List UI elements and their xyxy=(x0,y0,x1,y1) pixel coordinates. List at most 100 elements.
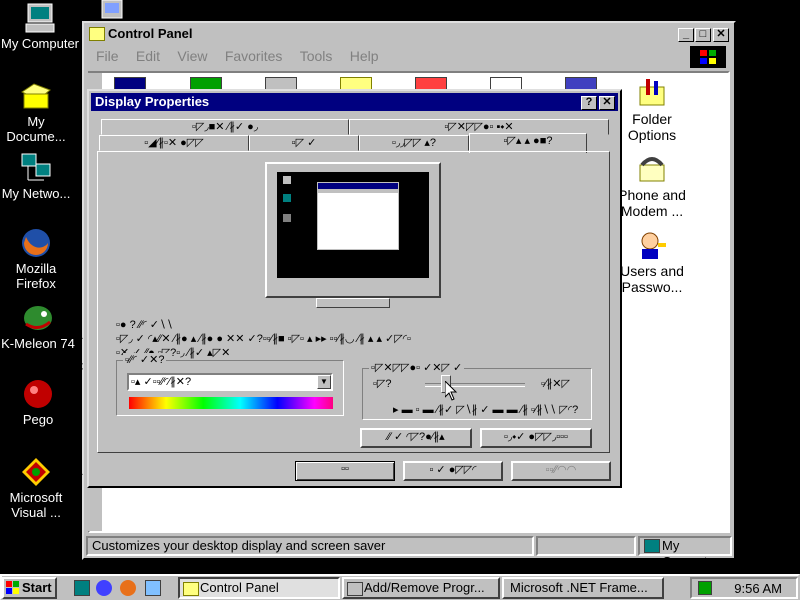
desktop-icon-pego[interactable]: Pego xyxy=(0,378,78,427)
status-text: Customizes your desktop display and scre… xyxy=(92,538,386,553)
taskbar-button-label: Microsoft .NET Frame... xyxy=(510,580,648,595)
monitor-preview xyxy=(265,162,441,298)
display-properties-title: Display Properties xyxy=(95,94,210,109)
chevron-down-icon[interactable]: ▼ xyxy=(317,375,331,389)
control-panel-title-icon xyxy=(89,27,105,41)
desktop-icon-label: My Computer xyxy=(0,36,80,51)
color-palette-group: ▫∕∕◜ ✓✕? ▫▴ ✓▫▫∕∕◜∕∦✕? ▼ xyxy=(116,353,344,416)
quicklaunch-desktop-icon[interactable] xyxy=(74,580,90,596)
screen-area-more: ▫∕∦✕◸ xyxy=(541,378,570,390)
desktop-icon-label: K-Meleon 74 xyxy=(1,336,75,351)
menu-favorites[interactable]: Favorites xyxy=(225,48,283,64)
desktop-icon-my-documents[interactable]: My Docume... xyxy=(0,80,76,144)
status-zone: My Computer xyxy=(662,538,720,569)
taskbar-button-label: Add/Remove Progr... xyxy=(364,580,485,595)
preview-window xyxy=(317,182,399,250)
visual-studio-icon xyxy=(20,456,52,488)
desc-line-2: ▫◸◞ ✓ ◜▴∕∕✕ ∕∦● ▴ ∕∦● ● ✕✕ ✓?▫▫∕∦■ ▫◸▫ ▴… xyxy=(116,333,411,345)
apply-button[interactable]: ▫▫∕∕◠◠ xyxy=(511,461,611,481)
screen-area-less: ▫◸? xyxy=(373,378,392,390)
tab-row2-4-active[interactable]: ▫◸▴ ▴ ●■? xyxy=(469,133,587,153)
side-letter-a2: A xyxy=(74,463,83,478)
advanced-button[interactable]: ▫◞⬩✓ ●◸◸◞▫▫▫ xyxy=(480,428,592,448)
windows-logo-icon xyxy=(6,581,20,597)
recycle-bin-icon[interactable] xyxy=(98,0,126,20)
quicklaunch-firefox-icon[interactable] xyxy=(120,580,136,596)
system-tray: 9:56 AM xyxy=(690,577,798,599)
phone-icon xyxy=(636,153,668,185)
desktop-icon-label: Pego xyxy=(22,412,54,427)
menu-view[interactable]: View xyxy=(177,48,207,64)
minimize-button[interactable]: _ xyxy=(678,28,694,42)
ok-button[interactable]: ▫▫ xyxy=(295,461,395,481)
control-panel-titlebar[interactable]: Control Panel _ □ ✕ xyxy=(86,25,732,43)
status-bar-left: Customizes your desktop display and scre… xyxy=(86,536,534,556)
network-icon xyxy=(20,152,52,184)
side-letter-c: C xyxy=(74,359,84,374)
dialog-close-button[interactable]: ✕ xyxy=(599,96,615,110)
taskbar-button-add-remove[interactable]: Add/Remove Progr... xyxy=(342,577,500,599)
tab-row2-2[interactable]: ▫◸ ✓ xyxy=(249,135,359,151)
troubleshoot-button[interactable]: ∕∕ ✓ ◜◸?●∕∦▴ xyxy=(360,428,472,448)
display-properties-dialog: Display Properties ? ✕ ▫◸◞■✕ ∕∦✓ ●◞ ▫◸✕◸… xyxy=(87,89,622,488)
tab-panel: ▫● ? ∕∕◜ ✓∖∖ ▫◸◞ ✓ ◜▴∕∕✕ ∕∦● ▴ ∕∦● ● ✕✕ … xyxy=(97,151,610,453)
menu-file[interactable]: File xyxy=(96,48,119,64)
clock: 9:56 AM xyxy=(734,581,782,596)
screen-area-group: ▫◸✕◸◸●▫ ✓✕◸ ✓ ▫◸? ▫∕∦✕◸ ▸ ▬ ▫ ▬ ∕∦✓ ◸∖∦ … xyxy=(362,361,592,420)
taskbar-button-control-panel[interactable]: Control Panel xyxy=(178,577,340,599)
monitor-screen xyxy=(277,172,429,284)
firefox-icon xyxy=(20,227,52,259)
start-label: Start xyxy=(22,580,52,595)
desktop-icon-visual-studio[interactable]: Microsoft Visual ... xyxy=(0,456,76,520)
folder-options-icon xyxy=(636,77,668,109)
preview-icon-1 xyxy=(283,176,291,184)
status-bar-right: My Computer xyxy=(638,536,732,569)
menu-help[interactable]: Help xyxy=(350,48,379,64)
desktop-icon-label: Microsoft Visual ... xyxy=(9,490,63,520)
users-icon xyxy=(636,229,668,261)
display-properties-titlebar[interactable]: Display Properties ? ✕ xyxy=(91,93,618,111)
windows-logo-throbber xyxy=(690,46,726,68)
color-palette-value: ▫▴ ✓▫▫∕∕◜∕∦✕? xyxy=(131,376,192,388)
desktop-icon-label: Mozilla Firefox xyxy=(15,261,57,291)
status-bar-mid xyxy=(536,536,636,556)
menu-tools[interactable]: Tools xyxy=(300,48,333,64)
menu-edit[interactable]: Edit xyxy=(136,48,160,64)
desktop-icon-firefox[interactable]: Mozilla Firefox xyxy=(0,227,76,291)
cancel-button[interactable]: ▫ ✓ ●◸◸◜ xyxy=(403,461,503,481)
taskbar-button-dotnet[interactable]: Microsoft .NET Frame... xyxy=(502,577,664,599)
taskbar-button-label: Control Panel xyxy=(200,580,279,595)
side-letter-a: A xyxy=(74,327,83,342)
close-button[interactable]: ✕ xyxy=(713,28,729,42)
desktop-icon-label: My Docume... xyxy=(6,114,66,144)
desc-line-1: ▫● ? ∕∕◜ ✓∖∖ xyxy=(116,319,173,331)
desktop-icon-k-meleon[interactable]: K-Meleon 74 xyxy=(0,302,78,351)
tab-row2-1[interactable]: ▫◢∕∦▫✕ ●◸◸ xyxy=(99,135,249,151)
desktop-icon-my-network[interactable]: My Netwo... xyxy=(0,152,76,201)
tab-row1-1[interactable]: ▫◸◞■✕ ∕∦✓ ●◞ xyxy=(101,119,349,135)
monitor-stand xyxy=(316,298,390,308)
status-computer-icon xyxy=(644,539,660,553)
color-palette-select[interactable]: ▫▴ ✓▫▫∕∕◜∕∦✕? ▼ xyxy=(127,373,333,391)
preview-icon-2 xyxy=(283,194,291,202)
maximize-button[interactable]: □ xyxy=(695,28,711,42)
preview-icon-3 xyxy=(283,214,291,222)
preview-taskbar xyxy=(277,278,429,284)
quicklaunch-outlook-icon[interactable] xyxy=(145,580,161,596)
computer-icon xyxy=(24,2,56,34)
pego-icon xyxy=(22,378,54,410)
tray-network-icon[interactable] xyxy=(698,581,712,595)
quicklaunch-ie-icon[interactable] xyxy=(96,580,112,596)
taskbar-folder-icon xyxy=(183,582,199,596)
mouse-cursor-icon xyxy=(444,379,459,404)
tab-row2-3[interactable]: ▫◞◞◸◸ ▴? xyxy=(359,135,469,151)
taskbar-addremove-icon xyxy=(347,582,363,596)
color-spectrum-bar xyxy=(129,397,333,409)
screen-area-label: ▫◸✕◸◸●▫ ✓✕◸ ✓ xyxy=(369,361,465,374)
desktop-icon-my-computer[interactable]: My Computer xyxy=(0,2,80,51)
start-button[interactable]: Start xyxy=(2,577,57,599)
control-panel-title: Control Panel xyxy=(108,26,193,41)
documents-folder-icon xyxy=(20,80,52,112)
help-button[interactable]: ? xyxy=(581,96,597,110)
desktop-icon-label: My Netwo... xyxy=(1,186,71,201)
